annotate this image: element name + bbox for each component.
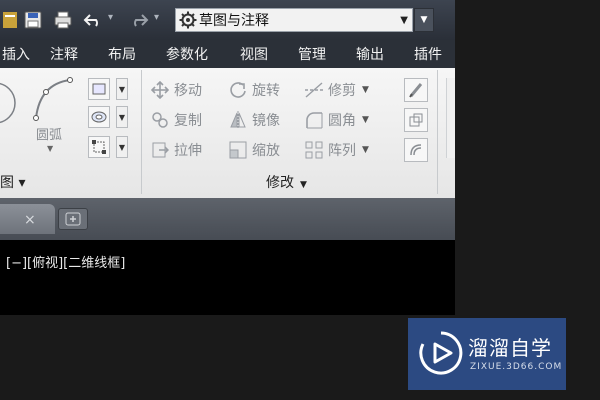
tab-layout[interactable]: 布局 [108,44,136,64]
scale-tool[interactable]: 缩放 [228,140,280,160]
rectangle-icon[interactable] [88,78,110,100]
erase-icon[interactable] [404,78,428,102]
copy-icon [150,110,170,130]
print-icon[interactable] [52,10,74,30]
watermark-title: 溜溜自学 [468,336,552,360]
circle-icon[interactable] [0,78,20,128]
ribbon-panel-area: 圆弧 ▼ ▼ ▼ ▼ 图 ▾ 移动 旋转 修剪 ▼ 复制 镜像 圆角 ▼ 拉伸 … [0,68,455,199]
viewport-controls-label[interactable]: [−][俯视][二维线框] [6,252,125,271]
copy-tool[interactable]: 复制 [150,110,202,130]
array-dropdown-icon[interactable]: ▼ [362,145,369,155]
offset-icon[interactable] [404,138,428,162]
redo-icon[interactable] [128,10,150,30]
watermark-url: ZIXUE.3D66.COM [470,362,563,372]
save-icon[interactable] [22,10,44,30]
add-icon [65,212,81,226]
undo-icon[interactable] [82,10,104,30]
document-tab-bar: × [0,198,455,240]
trim-dropdown-icon[interactable]: ▼ [362,85,369,95]
fillet-dropdown-icon[interactable]: ▼ [362,115,369,125]
ribbon-tab-bar: 插入 注释 布局 参数化 视图 管理 输出 插件 [0,40,455,68]
quick-access-toolbar: ▾ ▾ 草图与注释 ▼ ▼ [0,0,455,41]
fillet-icon [304,110,324,130]
draw-panel-label[interactable]: 图 ▾ [0,172,25,192]
document-tab[interactable]: × [0,204,55,234]
trim-tool[interactable]: 修剪 ▼ [304,80,369,100]
modify-panel-label[interactable]: 修改 ▼ [266,172,307,192]
workspace-selector[interactable]: 草图与注释 ▼ [175,8,413,32]
rotate-tool[interactable]: 旋转 [228,80,280,100]
trim-icon [304,80,324,100]
mirror-icon [228,110,248,130]
boundary-dropdown-icon[interactable]: ▼ [116,136,128,158]
play-logo-icon [419,331,463,375]
stretch-icon [150,140,170,160]
move-tool[interactable]: 移动 [150,80,202,100]
explode-icon[interactable] [404,108,428,132]
watermark: 溜溜自学 ZIXUE.3D66.COM [408,318,566,390]
tab-view[interactable]: 视图 [240,44,268,64]
fillet-tool[interactable]: 圆角 ▼ [304,110,369,130]
tab-annotate[interactable]: 注释 [50,44,78,64]
panel-divider [437,70,438,194]
rectangle-dropdown-icon[interactable]: ▼ [116,78,128,100]
redo-dropdown-icon[interactable]: ▾ [154,12,159,23]
array-icon [304,140,324,160]
undo-dropdown-icon[interactable]: ▾ [108,12,113,23]
gear-icon [179,11,197,29]
tab-parametric[interactable]: 参数化 [166,44,208,64]
chevron-down-icon[interactable]: ▼ [400,15,408,26]
arc-icon[interactable] [30,74,76,124]
next-panel-edge [446,78,455,158]
cad-window: ▾ ▾ 草图与注释 ▼ ▼ 插入 注释 布局 参数化 视图 管理 输出 插件 圆… [0,0,455,315]
arc-label[interactable]: 圆弧 [36,124,62,143]
customize-toolbar-icon[interactable]: ▼ [414,8,434,32]
move-icon [150,80,170,100]
array-tool[interactable]: 阵列 ▼ [304,140,369,160]
panel-divider [141,70,142,194]
stretch-tool[interactable]: 拉伸 [150,140,202,160]
close-icon[interactable]: × [24,212,36,228]
tab-plugins[interactable]: 插件 [414,44,442,64]
tab-output[interactable]: 输出 [356,44,384,64]
tab-manage[interactable]: 管理 [298,44,326,64]
hatch-icon[interactable] [88,106,110,128]
cad-app-icon[interactable] [2,10,18,30]
mirror-tool[interactable]: 镜像 [228,110,280,130]
boundary-icon[interactable] [88,136,110,158]
arc-dropdown-icon[interactable]: ▼ [47,144,53,153]
scale-icon [228,140,248,160]
modify-panel-expand-icon[interactable]: ▼ [300,180,307,190]
workspace-name: 草图与注释 [199,13,269,29]
rotate-icon [228,80,248,100]
tab-insert[interactable]: 插入 [2,44,30,64]
new-tab-button[interactable] [58,208,88,230]
hatch-dropdown-icon[interactable]: ▼ [116,106,128,128]
